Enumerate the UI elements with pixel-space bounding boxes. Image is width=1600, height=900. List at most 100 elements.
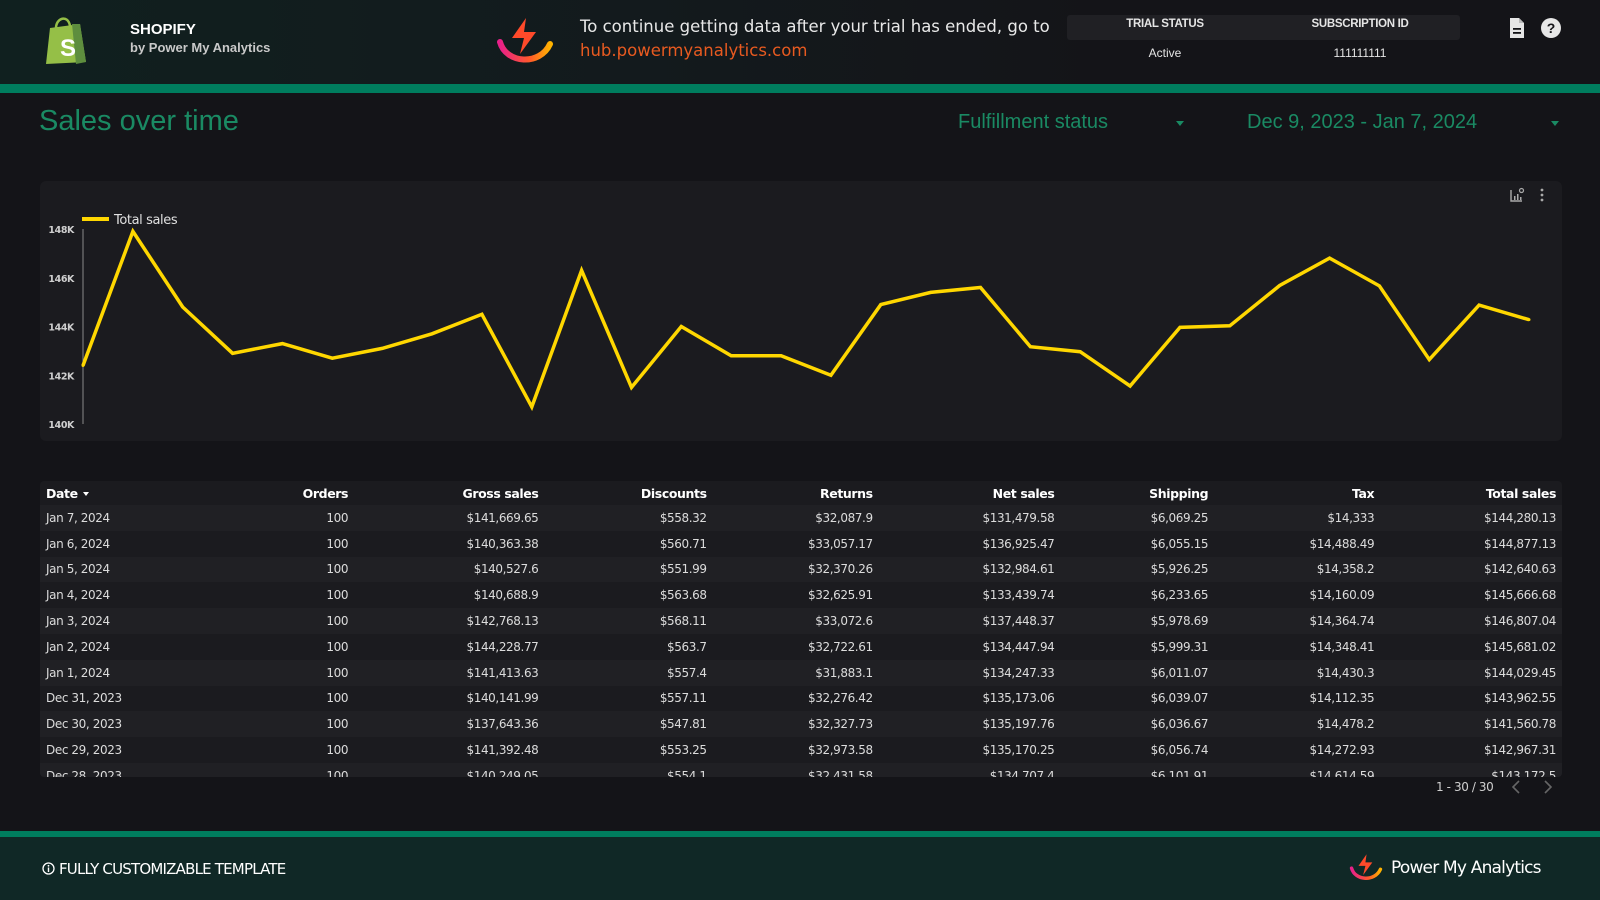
table-cell: $551.99 — [659, 562, 707, 577]
table-cell: $14,160.09 — [1309, 588, 1375, 603]
table-row[interactable]: Jan 6, 2024 100 $140,363.38 $560.71 $33,057.… — [40, 530, 1562, 557]
subscription-id-value: 111111111 — [1333, 46, 1387, 60]
table-row[interactable]: Dec 28, 2023 100 $140,249.05 $554.1 $32,431.… — [40, 762, 1562, 777]
previous-page-icon[interactable] — [1509, 777, 1523, 797]
date-range-dropdown[interactable]: Dec 9, 2023 - Jan 7, 2024 — [1247, 111, 1477, 134]
table-cell: $563.7 — [667, 639, 707, 654]
table-cell: $32,370.26 — [807, 562, 873, 577]
table-cell: $135,197.76 — [982, 717, 1055, 732]
table-cell: $32,722.61 — [807, 639, 873, 654]
table-cell: $141,392.48 — [466, 743, 539, 758]
table-cell: $6,233.65 — [1150, 588, 1209, 603]
table-cell: $137,643.36 — [466, 717, 539, 732]
table-cell: $142,640.63 — [1484, 562, 1556, 577]
table-row[interactable]: Dec 29, 2023 100 $141,392.48 $553.25 $32,973… — [40, 737, 1562, 763]
help-icon[interactable]: ? — [1540, 17, 1562, 39]
sales-table: Date Orders Gross sales Discounts Returns Net… — [40, 481, 1562, 777]
sales-chart-card — [40, 181, 1562, 441]
table-row[interactable]: Dec 30, 2023 100 $137,643.36 $547.81 $32,327… — [40, 711, 1562, 738]
table-cell: $31,883.1 — [815, 665, 873, 680]
table-cell: $32,087.9 — [815, 510, 873, 525]
sort-descending-icon[interactable] — [82, 492, 89, 496]
next-page-icon[interactable] — [1541, 777, 1555, 797]
document-icon[interactable] — [1506, 17, 1528, 39]
column-header[interactable]: Shipping — [1060, 481, 1214, 505]
table-cell: $137,448.37 — [982, 614, 1055, 629]
table-cell: $6,011.07 — [1150, 665, 1209, 680]
table-row[interactable]: Jan 2, 2024 100 $144,228.77 $563.7 $32,722.6… — [40, 633, 1562, 660]
table-header-row: Date Orders Gross sales Discounts Returns Net… — [40, 481, 1562, 505]
table-cell: $554.1 — [667, 768, 707, 777]
table-cell: $560.71 — [659, 536, 707, 551]
trial-status-value: Active — [1148, 46, 1182, 60]
table-cell: $558.32 — [659, 510, 707, 525]
column-header[interactable]: Orders — [230, 481, 354, 505]
table-cell: $14,478.2 — [1316, 717, 1375, 732]
column-header-label: Orders — [302, 485, 349, 501]
table-row[interactable]: Jan 5, 2024 100 $140,527.6 $551.99 $32,370.2… — [40, 556, 1562, 583]
table-cell: Jan 5, 2024 — [46, 562, 110, 577]
table-cell: Jan 3, 2024 — [46, 614, 110, 629]
table-cell: $5,978.69 — [1150, 614, 1209, 629]
table-cell: Dec 28, 2023 — [46, 768, 122, 777]
table-cell: $142,768.13 — [466, 614, 539, 629]
table-cell: $133,439.74 — [982, 588, 1055, 603]
table-cell: 100 — [326, 768, 349, 777]
pagination-label: 1 - 30 / 30 — [1436, 780, 1494, 794]
power-my-analytics-logo-icon — [1349, 854, 1383, 880]
table-cell: $33,072.6 — [815, 614, 873, 629]
table-cell: $563.68 — [659, 588, 707, 603]
chevron-down-icon[interactable] — [1551, 121, 1559, 126]
table-cell: 100 — [326, 614, 349, 629]
fulfillment-status-dropdown[interactable]: Fulfillment status — [958, 111, 1108, 134]
svg-text:?: ? — [1547, 20, 1556, 36]
table-cell: $144,029.45 — [1484, 665, 1556, 680]
chevron-down-icon[interactable] — [1176, 121, 1184, 126]
table-cell: $131,479.58 — [982, 510, 1055, 525]
table-cell: Jan 2, 2024 — [46, 639, 110, 654]
table-cell: $142,967.31 — [1484, 743, 1556, 758]
table-cell: $141,669.65 — [466, 510, 539, 525]
table-row[interactable]: Jan 1, 2024 100 $141,413.63 $557.4 $31,883.1… — [40, 659, 1562, 686]
svg-text:S: S — [60, 35, 76, 62]
table-cell: $140,363.38 — [466, 536, 539, 551]
hub-link[interactable]: hub.powermyanalytics.com — [580, 41, 807, 60]
column-header[interactable]: Tax — [1214, 481, 1380, 505]
footer-info: FULLY CUSTOMIZABLE TEMPLATE — [42, 860, 286, 878]
column-header[interactable]: Returns — [713, 481, 879, 505]
table-cell: $135,173.06 — [982, 691, 1055, 706]
table-cell: $547.81 — [659, 717, 707, 732]
table-cell: $140,527.6 — [473, 562, 539, 577]
footer-brand: Power My Analytics — [1391, 858, 1542, 878]
table-row[interactable]: Jan 7, 2024 100 $141,669.65 $558.32 $32,087.… — [40, 505, 1562, 531]
column-header[interactable]: Discounts — [544, 481, 712, 505]
column-header[interactable]: Gross sales — [354, 481, 544, 505]
column-header-label: Returns — [820, 485, 873, 501]
table-row[interactable]: Dec 31, 2023 100 $140,141.99 $557.11 $32,276… — [40, 685, 1562, 712]
table-cell: $6,055.15 — [1150, 536, 1209, 551]
table-row[interactable]: Jan 3, 2024 100 $142,768.13 $568.11 $33,072.… — [40, 608, 1562, 634]
column-header[interactable]: Total sales — [1380, 481, 1562, 505]
table-cell: $134,707.4 — [989, 768, 1055, 777]
table-cell: 100 — [326, 743, 349, 758]
column-header-label: Discounts — [640, 485, 707, 501]
table-cell: $144,877.13 — [1484, 536, 1556, 551]
page-title: Sales over time — [39, 105, 239, 137]
chart-explore-icon[interactable] — [1509, 187, 1525, 203]
column-header[interactable]: Net sales — [879, 481, 1061, 505]
table-cell: $146,807.04 — [1484, 614, 1556, 629]
table-cell: 100 — [326, 691, 349, 706]
table-cell: Dec 31, 2023 — [46, 691, 122, 706]
table-cell: $6,036.67 — [1150, 717, 1209, 732]
column-header[interactable]: Date — [40, 481, 230, 505]
table-cell: $32,431.58 — [807, 768, 873, 777]
column-header-label: Gross sales — [462, 485, 539, 501]
table-cell: $132,984.61 — [982, 562, 1055, 577]
trial-status-label: TRIAL STATUS — [1126, 18, 1204, 30]
table-cell: $144,228.77 — [466, 639, 539, 654]
table-row[interactable]: Jan 4, 2024 100 $140,688.9 $563.68 $32,625.9… — [40, 582, 1562, 609]
more-options-icon[interactable] — [1538, 187, 1546, 203]
table-cell: 100 — [326, 717, 349, 732]
table-cell: Jan 6, 2024 — [46, 536, 110, 551]
subscription-id-label: SUBSCRIPTION ID — [1311, 18, 1409, 30]
